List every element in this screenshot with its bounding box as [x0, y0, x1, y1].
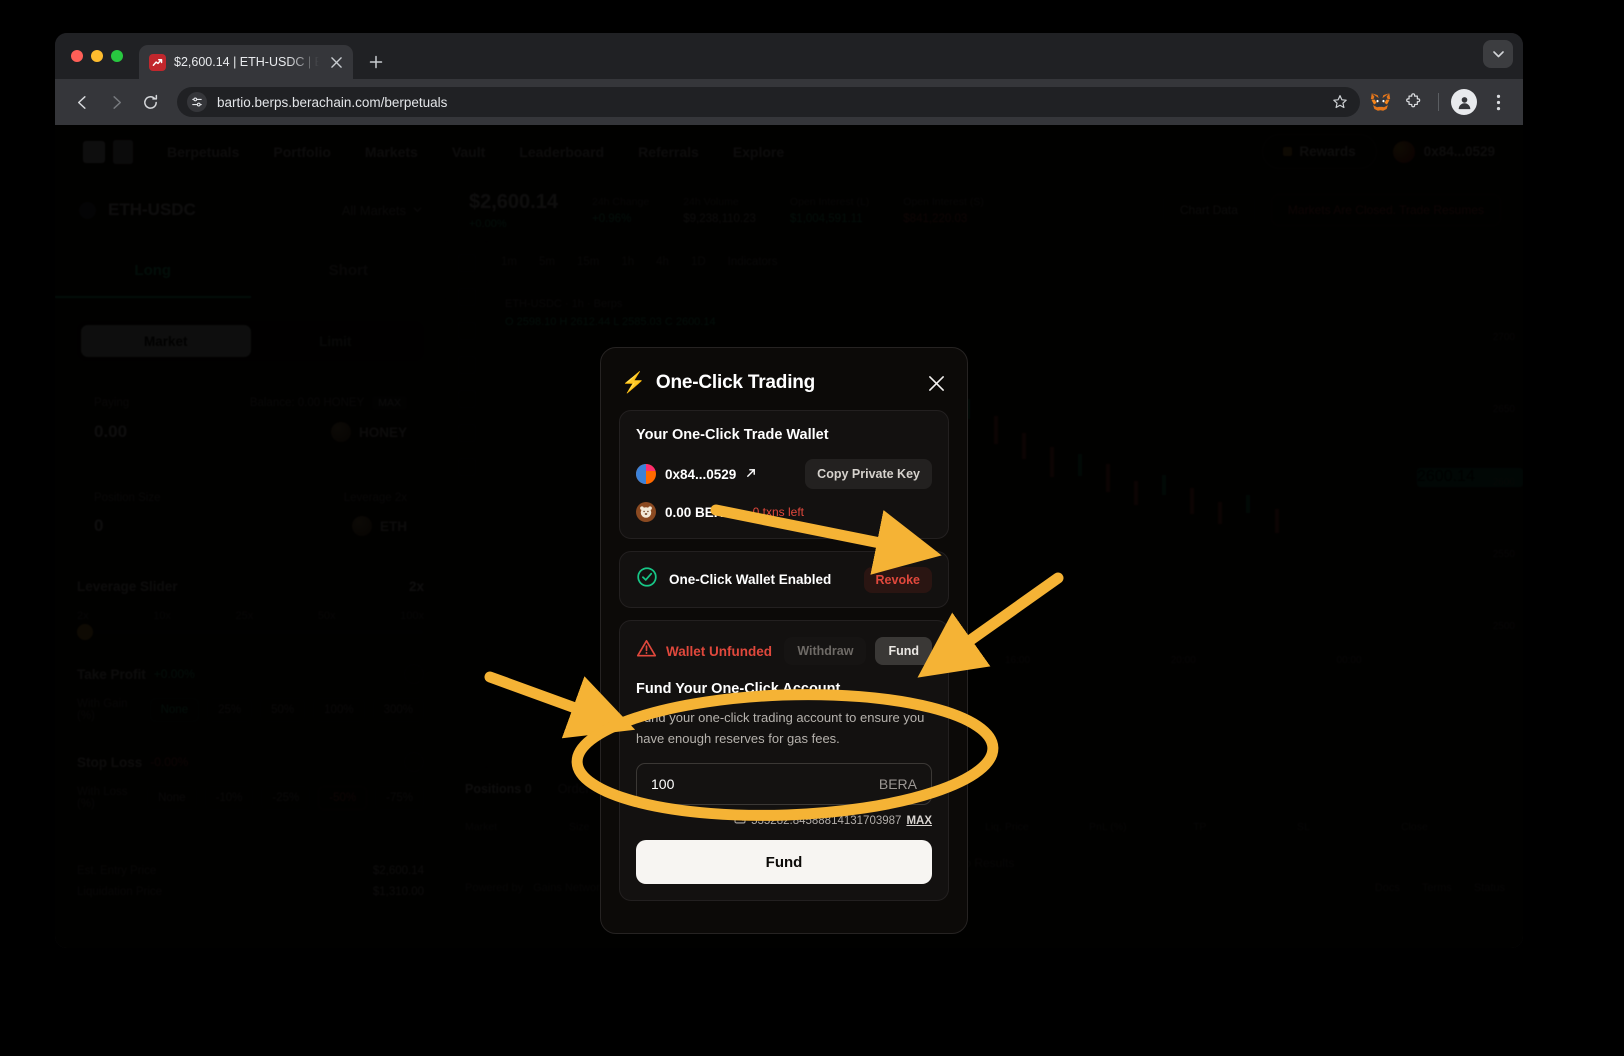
minimize-window-button[interactable] — [91, 50, 103, 62]
trade-wallet-card: Your One-Click Trade Wallet 0x84...0529 … — [619, 410, 949, 539]
copy-private-key-button[interactable]: Copy Private Key — [805, 459, 932, 489]
available-balance-value: 535282.84588814131703987 — [751, 814, 902, 827]
close-window-button[interactable] — [71, 50, 83, 62]
fund-submit-button[interactable]: Fund — [636, 840, 932, 885]
browser-toolbar: bartio.berps.berachain.com/berpetuals — [55, 79, 1523, 125]
lightning-bolt-icon: ⚡ — [621, 372, 646, 394]
forward-arrow-icon[interactable] — [101, 87, 131, 117]
metamask-fox-icon[interactable] — [1366, 88, 1394, 116]
fund-amount-input[interactable]: 100 BERA — [636, 763, 932, 806]
tab-strip: $2,600.14 | ETH-USDC | BERP — [55, 33, 1523, 79]
bera-bear-icon — [636, 502, 656, 522]
available-balance-line: 535282.84588814131703987 MAX — [636, 813, 932, 828]
wallet-address-row: 0x84...0529 Copy Private Key — [636, 459, 932, 489]
browser-tab[interactable]: $2,600.14 | ETH-USDC | BERP — [139, 45, 353, 79]
txns-left: ~ 0 txns left — [742, 505, 804, 519]
profile-avatar-icon[interactable] — [1451, 89, 1477, 115]
chevron-down-icon — [1492, 45, 1504, 63]
check-circle-icon — [636, 566, 658, 593]
close-tab-button[interactable] — [327, 53, 345, 71]
tab-title: $2,600.14 | ETH-USDC | BERP — [174, 55, 319, 69]
puzzle-icon[interactable] — [1400, 88, 1428, 116]
maximize-window-button[interactable] — [111, 50, 123, 62]
wallet-balance: 0.00 BERA — [665, 504, 734, 520]
fund-description: Fund your one-click trading account to e… — [636, 710, 925, 747]
address-bar[interactable]: bartio.berps.berachain.com/berpetuals — [177, 87, 1360, 117]
reload-icon[interactable] — [135, 87, 165, 117]
wallet-avatar-icon — [636, 464, 656, 484]
close-icon[interactable] — [925, 372, 947, 394]
revoke-button[interactable]: Revoke — [863, 566, 932, 593]
wallet-status-card: One-Click Wallet Enabled Revoke — [619, 551, 949, 608]
fund-tab-button[interactable]: Fund — [875, 637, 932, 665]
fund-card-header: Wallet Unfunded Withdraw Fund — [636, 637, 932, 665]
new-tab-button[interactable] — [361, 47, 391, 77]
fund-heading: Fund Your One-Click Account — [636, 681, 841, 697]
kebab-menu-icon[interactable] — [1485, 88, 1511, 116]
wallet-status-text: One-Click Wallet Enabled — [669, 572, 832, 587]
toolbar-divider — [1438, 93, 1439, 111]
modal-title: One-Click Trading — [655, 372, 816, 393]
trade-wallet-title: Your One-Click Trade Wallet — [636, 427, 829, 443]
back-arrow-icon[interactable] — [67, 87, 97, 117]
wallet-unfunded-text: Wallet Unfunded — [666, 643, 772, 659]
modal-header: ⚡ One-Click Trading — [619, 366, 949, 410]
withdraw-tab-button[interactable]: Withdraw — [784, 637, 867, 665]
wallet-balance-row: 0.00 BERA ~ 0 txns left — [636, 502, 932, 522]
window-controls — [71, 33, 139, 79]
fund-amount-unit: BERA — [878, 776, 917, 793]
fund-amount-value[interactable]: 100 — [651, 776, 674, 792]
warning-triangle-icon — [636, 638, 657, 664]
wallet-icon — [734, 813, 746, 828]
one-click-trading-modal: ⚡ One-Click Trading Your One-Click Trade… — [600, 347, 968, 935]
url-text: bartio.berps.berachain.com/berpetuals — [217, 94, 448, 110]
fund-card: Wallet Unfunded Withdraw Fund Fund Your … — [619, 620, 949, 902]
chart-up-icon — [149, 53, 166, 71]
wallet-address: 0x84...0529 — [665, 466, 737, 482]
star-icon[interactable] — [1332, 94, 1348, 110]
web-page: Berpetuals Portfolio Markets Vault Leade… — [55, 125, 1523, 948]
external-link-icon[interactable] — [745, 467, 757, 482]
browser-window: $2,600.14 | ETH-USDC | BERP — [55, 33, 1523, 948]
max-button[interactable]: MAX — [906, 815, 932, 827]
tab-search-button[interactable] — [1483, 40, 1513, 68]
tune-icon[interactable] — [187, 92, 207, 112]
